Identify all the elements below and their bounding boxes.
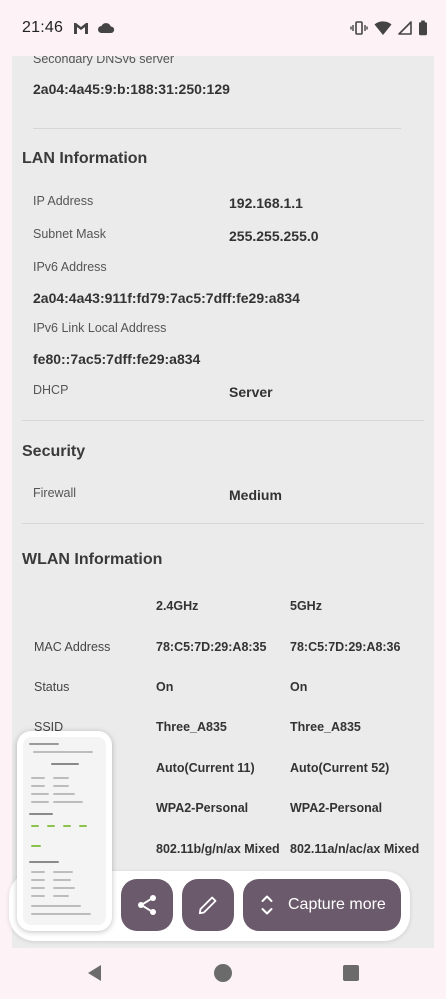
- status-time: 21:46: [22, 19, 64, 36]
- wlan-row-value-5: 802.11a/n/ac/ax Mixed: [290, 842, 420, 856]
- wlan-row-value-5: Three_A835: [290, 720, 361, 734]
- ipv6-link-local-value: fe80::7ac5:7dff:fe29:a834: [33, 351, 201, 367]
- status-right-icons: [350, 20, 428, 36]
- wlan-row-label: Status: [34, 680, 70, 694]
- divider: [33, 128, 401, 129]
- status-bar: 21:46: [0, 0, 446, 56]
- wlan-row-value-24: Auto(Current 11): [156, 761, 255, 775]
- ipv6-address-value: 2a04:4a43:911f:fd79:7ac5:7dff:fe29:a834: [33, 290, 300, 306]
- wlan-row-value-24: On: [156, 680, 174, 694]
- status-left-icons: [73, 21, 115, 35]
- screenshot-thumbnail[interactable]: [17, 731, 112, 931]
- dhcp-label: DHCP: [33, 383, 69, 397]
- lan-section-title: LAN Information: [22, 150, 148, 167]
- share-icon: [138, 895, 156, 915]
- subnet-mask-label: Subnet Mask: [33, 227, 106, 241]
- wlan-row-value-24: WPA2-Personal: [156, 801, 249, 815]
- share-button[interactable]: [121, 879, 173, 931]
- cloud-icon: [98, 23, 115, 33]
- expand-vertical-icon: [261, 895, 273, 915]
- gmail-icon: [74, 23, 89, 34]
- wifi-icon: [374, 20, 392, 35]
- secondary-dnsv6-label: Secondary DNSv6 server: [33, 56, 175, 66]
- capture-more-button[interactable]: Capture more: [243, 879, 401, 931]
- wlan-row-value-24: Three_A835: [156, 720, 227, 734]
- wlan-row-value-5: WPA2-Personal: [290, 801, 383, 815]
- divider: [22, 523, 424, 524]
- ip-address-value: 192.168.1.1: [229, 195, 303, 211]
- pencil-icon: [198, 896, 217, 915]
- firewall-label: Firewall: [33, 486, 77, 500]
- wlan-row-value-5: On: [290, 680, 308, 694]
- dhcp-value: Server: [229, 384, 273, 400]
- wlan-row-label: MAC Address: [34, 640, 111, 654]
- capture-more-label: Capture more: [288, 896, 386, 913]
- ipv6-link-local-label: IPv6 Link Local Address: [33, 321, 167, 335]
- secondary-dnsv6-value: 2a04:4a45:9:b:188:31:250:129: [33, 81, 230, 97]
- wlan-row-value-5: Auto(Current 52): [290, 761, 390, 775]
- edit-button[interactable]: [182, 879, 234, 931]
- wlan-section-title: WLAN Information: [22, 551, 163, 568]
- battery-icon: [419, 20, 427, 36]
- back-icon[interactable]: [86, 964, 104, 982]
- signal-icon: [398, 21, 412, 35]
- ip-address-label: IP Address: [33, 194, 94, 208]
- band-5ghz-header: 5GHz: [290, 599, 322, 613]
- divider: [22, 420, 424, 421]
- wlan-row-value-5: 78:C5:7D:29:A8:36: [290, 640, 401, 654]
- vibrate-icon: [350, 21, 368, 35]
- screenshot-thumbnail-image: [23, 737, 106, 925]
- recents-icon[interactable]: [342, 964, 360, 982]
- navigation-bar: [0, 948, 446, 999]
- subnet-mask-value: 255.255.255.0: [229, 228, 319, 244]
- wlan-row-value-24: 78:C5:7D:29:A8:35: [156, 640, 267, 654]
- security-section-title: Security: [22, 443, 86, 460]
- band-24ghz-header: 2.4GHz: [156, 599, 199, 613]
- wlan-row-value-24: 802.11b/g/n/ax Mixed: [156, 842, 280, 856]
- firewall-value: Medium: [229, 487, 282, 503]
- ipv6-address-label: IPv6 Address: [33, 260, 107, 274]
- home-icon[interactable]: [213, 963, 233, 983]
